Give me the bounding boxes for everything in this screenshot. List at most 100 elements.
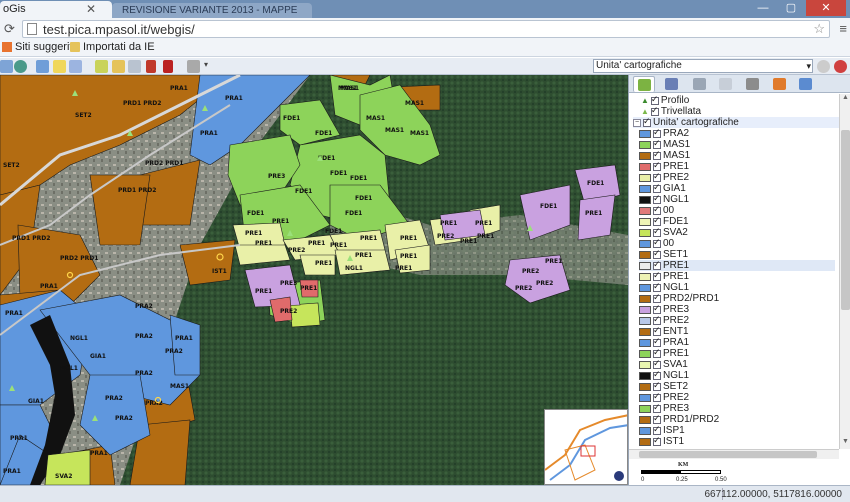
bookmark-star-icon[interactable]: ☆ [813, 21, 825, 37]
print-tab-icon[interactable] [742, 76, 764, 92]
maximize-button[interactable]: ▢ [778, 0, 804, 16]
layer-item[interactable]: MAS1 [639, 138, 835, 150]
layer-item[interactable]: PRE1 [639, 347, 835, 359]
layer-item[interactable]: SVA1 [639, 358, 835, 370]
layer-select[interactable]: Unita' cartografiche ▾ [593, 59, 813, 73]
layer-item[interactable]: SET2 [639, 380, 835, 392]
tab-close-icon[interactable]: ✕ [86, 2, 96, 16]
layer-checkbox[interactable] [653, 380, 661, 391]
move-tool-icon[interactable] [112, 60, 125, 73]
layer-checkbox[interactable] [653, 226, 661, 237]
layer-checkbox[interactable] [653, 292, 661, 303]
layer-item[interactable]: GIA1 [639, 182, 835, 194]
layer-item[interactable]: ENT1 [639, 325, 835, 337]
layers-tool-icon[interactable] [36, 60, 49, 73]
layer-checkbox[interactable] [650, 105, 659, 116]
layer-checkbox[interactable] [653, 259, 661, 270]
tree-group-unita-cartografiche[interactable]: − Unita' cartografiche [633, 116, 839, 128]
layer-item[interactable]: PRE1 [639, 259, 835, 271]
layer-checkbox[interactable] [653, 336, 661, 347]
close-window-button[interactable]: ✕ [806, 0, 846, 16]
layer-checkbox[interactable] [653, 303, 661, 314]
search-tab-icon[interactable] [661, 76, 683, 92]
layer-checkbox[interactable] [653, 391, 661, 402]
layer-checkbox[interactable] [653, 237, 661, 248]
layer-checkbox[interactable] [653, 138, 661, 149]
layer-checkbox[interactable] [653, 215, 661, 226]
minimize-button[interactable]: — [750, 0, 776, 16]
layer-item[interactable]: PRE1 [639, 160, 835, 172]
layer-checkbox[interactable] [653, 270, 661, 281]
layer-checkbox[interactable] [653, 325, 661, 336]
layer-item[interactable]: PRD2/PRD1 [639, 292, 835, 304]
layer-item[interactable]: PRE2 [639, 314, 835, 326]
tree-vertical-scrollbar[interactable]: ▲ ▼ [839, 94, 850, 449]
layer-item[interactable]: PRA1 [639, 336, 835, 348]
layer-checkbox[interactable] [650, 94, 659, 105]
layer-checkbox[interactable] [653, 314, 661, 325]
layer-item[interactable]: PRE2 [639, 171, 835, 183]
delete-tool-icon[interactable] [163, 60, 173, 73]
measure-tool-icon[interactable] [187, 60, 200, 73]
layer-item[interactable]: PRE2 [639, 391, 835, 403]
layer-checkbox[interactable] [653, 435, 661, 446]
layer-checkbox[interactable] [653, 193, 661, 204]
layer-checkbox[interactable] [653, 160, 661, 171]
layer-checkbox[interactable] [653, 127, 661, 138]
layer-item[interactable]: NGL1 [639, 369, 835, 381]
tab-background[interactable]: REVISIONE VARIANTE 2013 - MAPPE [112, 3, 312, 18]
bookmark-importati-ie[interactable]: Importati da IE [70, 41, 155, 53]
tab-webgis[interactable]: oGis ✕ [0, 1, 112, 18]
layer-item[interactable]: PRE3 [639, 303, 835, 315]
legend-tab-icon[interactable] [633, 76, 655, 92]
layer-checkbox[interactable] [653, 204, 661, 215]
filter-tab-icon[interactable] [689, 76, 711, 92]
scroll-down-icon[interactable]: ▼ [840, 438, 850, 449]
layer-item[interactable]: 00 [639, 204, 835, 216]
layer-item[interactable]: 00 [639, 237, 835, 249]
layer-checkbox[interactable] [653, 358, 661, 369]
layer-item[interactable]: PRE1 [639, 270, 835, 282]
stop-icon[interactable] [834, 60, 847, 73]
layer-item[interactable]: SVA2 [639, 226, 835, 238]
table-tab-icon[interactable] [715, 76, 737, 92]
layer-item[interactable]: PRA2 [639, 127, 835, 139]
layer-item[interactable]: IST1 [639, 435, 835, 447]
graph-tab-icon[interactable] [795, 76, 817, 92]
layer-item[interactable]: FDE1 [639, 215, 835, 227]
polygon-tool-icon[interactable] [69, 60, 82, 73]
layer-checkbox[interactable] [653, 149, 661, 160]
layer-item[interactable]: PRE3 [639, 402, 835, 414]
layer-checkbox[interactable] [653, 281, 661, 292]
settings-icon[interactable] [817, 60, 830, 73]
chrome-menu-icon[interactable]: ≡ [839, 21, 847, 36]
layer-item[interactable]: NGL1 [639, 281, 835, 293]
layer-item[interactable]: NGL1 [639, 193, 835, 205]
layer-item[interactable]: SET1 [639, 248, 835, 260]
layer-checkbox[interactable] [653, 424, 661, 435]
layer-checkbox[interactable] [653, 369, 661, 380]
reload-icon[interactable]: ⟳ [4, 21, 15, 37]
layer-checkbox[interactable] [653, 402, 661, 413]
scroll-up-icon[interactable]: ▲ [840, 94, 850, 105]
layer-item[interactable]: MAS1 [639, 149, 835, 161]
map-view[interactable]: PRD1 PRD2 SET2 PRA1 PRD2 PRD1 SET2 PRD1 … [0, 75, 628, 485]
layer-checkbox[interactable] [653, 248, 661, 259]
collapse-icon[interactable]: − [633, 118, 641, 127]
layer-item[interactable]: PRD1/PRD2 [639, 413, 835, 425]
overview-map[interactable] [544, 409, 628, 485]
tree-item-profilo[interactable]: ▲ Profilo [641, 94, 689, 106]
url-text[interactable]: test.pica.mpasol.it/webgis/ [43, 22, 195, 37]
layer-checkbox[interactable] [653, 413, 661, 424]
refresh-icon[interactable] [14, 60, 27, 73]
omnibox[interactable]: test.pica.mpasol.it/webgis/ ☆ [22, 20, 830, 38]
select-tool-icon[interactable] [128, 60, 141, 73]
zoom-box-tool-icon[interactable] [95, 60, 108, 73]
layer-checkbox[interactable] [653, 182, 661, 193]
measure-dropdown-icon[interactable]: ▾ [204, 60, 208, 69]
pan-tool-icon[interactable] [0, 60, 13, 73]
scroll-thumb[interactable] [639, 451, 817, 458]
bookmark-siti-suggeriti[interactable]: Siti suggeriti [2, 41, 75, 53]
note-tool-icon[interactable] [53, 60, 66, 73]
save-tool-icon[interactable] [146, 60, 156, 73]
